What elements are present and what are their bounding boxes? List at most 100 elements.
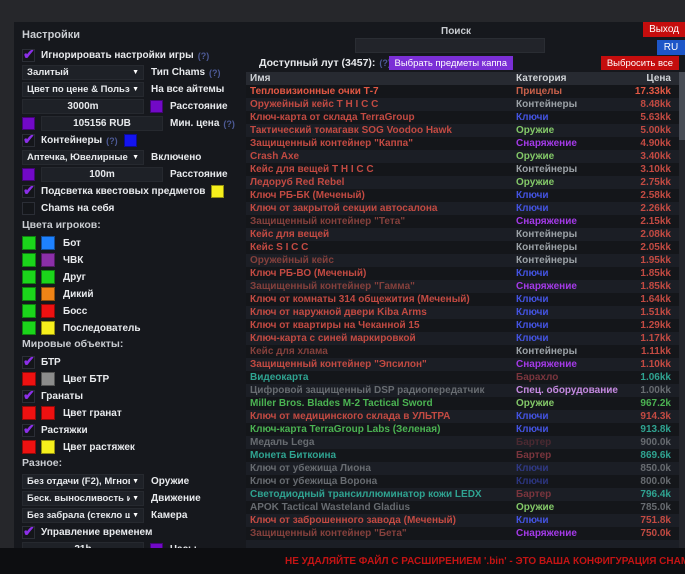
camera-select[interactable]: Без забрала (стекло шлема) ▼ <box>22 508 144 523</box>
table-row[interactable]: Ледоруб Red RebelОружие2.75kk <box>246 176 685 189</box>
help-hint[interactable]: (?) <box>223 119 235 129</box>
table-row[interactable]: Ключ-карта TerraGroup Labs (Зеленая)Ключ… <box>246 423 685 436</box>
discard-all-button[interactable]: Выбросить все <box>601 56 679 70</box>
table-row[interactable]: Miller Bros. Blades M-2 Tactical SwordОр… <box>246 397 685 410</box>
chams-type-select[interactable]: Залитый ▼ <box>22 65 144 80</box>
table-row[interactable]: Защищенный контейнер "Гамма"Снаряжение1.… <box>246 280 685 293</box>
language-button[interactable]: RU <box>657 40 685 55</box>
column-price[interactable]: Цена <box>628 73 685 84</box>
containers-color-swatch[interactable] <box>124 134 137 147</box>
item-price: 1.64kk <box>628 294 685 305</box>
item-price: 2.08kk <box>628 229 685 240</box>
table-row[interactable]: Цифровой защищенный DSP радиопередатчикС… <box>246 384 685 397</box>
player-color-label: Дикий <box>63 289 94 300</box>
table-row[interactable]: Ключ от убежища ЛионаКлючи850.0k <box>246 462 685 475</box>
table-row[interactable]: APOK Tactical Wasteland GladiusОружие785… <box>246 501 685 514</box>
table-row[interactable]: Ключ от комнаты 314 общежития (Меченый)К… <box>246 293 685 306</box>
player-color-swatch-1[interactable] <box>22 236 36 250</box>
table-row[interactable]: Кейс S I C CКонтейнеры2.05kk <box>246 241 685 254</box>
table-row[interactable]: Монета БиткоинаБартер869.6k <box>246 449 685 462</box>
chams-self-checkbox[interactable] <box>22 202 35 215</box>
player-color-swatch-1[interactable] <box>22 253 36 267</box>
btr-color-swatch-1[interactable] <box>22 372 36 386</box>
player-color-swatch-1[interactable] <box>22 304 36 318</box>
player-color-swatch-2[interactable] <box>41 253 55 267</box>
player-color-swatch-2[interactable] <box>41 270 55 284</box>
help-hint[interactable]: (?) <box>106 136 118 146</box>
table-row[interactable]: Кейс для хламаКонтейнеры1.11kk <box>246 345 685 358</box>
table-row[interactable]: Ключ-карта с синей маркировкойКлючи1.17k… <box>246 332 685 345</box>
table-row[interactable]: ВидеокартаБарахло1.06kk <box>246 371 685 384</box>
grenades-checkbox[interactable] <box>22 390 35 403</box>
distance-input[interactable]: 3000m <box>22 99 144 114</box>
tripwire-color-swatch-1[interactable] <box>22 440 36 454</box>
help-hint[interactable]: (?) <box>198 51 210 61</box>
all-items-select[interactable]: Цвет по цене & Пользователь ▼ <box>22 82 144 97</box>
table-row[interactable]: Оружейный кейс Т Н I С СКонтейнеры8.48kk <box>246 98 685 111</box>
table-row[interactable]: Тепловизионные очки Т-7Прицелы17.33kk <box>246 85 685 98</box>
player-color-swatch-1[interactable] <box>22 321 36 335</box>
table-row[interactable]: Защищенный контейнер "Эпсилон"Снаряжение… <box>246 358 685 371</box>
table-row[interactable]: Ключ от заброшенного завода (Меченый)Клю… <box>246 514 685 527</box>
exit-button[interactable]: Выход <box>643 22 685 37</box>
min-price-color-swatch[interactable] <box>22 117 35 130</box>
containers-checkbox[interactable] <box>22 134 35 147</box>
search-input[interactable] <box>355 38 545 53</box>
table-row[interactable]: Crash AxeОружие3.40kk <box>246 150 685 163</box>
containers-distance-input[interactable]: 100m <box>41 167 163 182</box>
btr-checkbox[interactable] <box>22 356 35 369</box>
time-control-checkbox[interactable] <box>22 526 35 539</box>
table-row[interactable]: Медаль LegaБартер900.0k <box>246 436 685 449</box>
btr-color-swatch-2[interactable] <box>41 372 55 386</box>
player-color-swatch-1[interactable] <box>22 270 36 284</box>
table-row[interactable]: Защищенный контейнер "Бета"Снаряжение750… <box>246 527 685 540</box>
table-row[interactable]: Кейс для вещей Т Н I С СКонтейнеры3.10kk <box>246 163 685 176</box>
table-row[interactable]: Защищенный контейнер "Каппа"Снаряжение4.… <box>246 137 685 150</box>
tripwires-checkbox[interactable] <box>22 424 35 437</box>
quest-highlight-checkbox[interactable] <box>22 185 35 198</box>
table-row[interactable]: Кейс для вещейКонтейнеры2.08kk <box>246 228 685 241</box>
table-row[interactable]: Ключ от убежища ВоронаКлючи800.0k <box>246 475 685 488</box>
tripwire-color-swatch-2[interactable] <box>41 440 55 454</box>
scrollbar-thumb[interactable] <box>679 72 685 140</box>
ignore-game-settings-row: Игнорировать настройки игры (?) <box>22 48 244 63</box>
table-row[interactable]: Ключ от наружной двери Kiba ArmsКлючи1.5… <box>246 306 685 319</box>
containers-distance-color-swatch[interactable] <box>22 168 35 181</box>
player-color-swatch-2[interactable] <box>41 236 55 250</box>
grenade-color-swatch-1[interactable] <box>22 406 36 420</box>
item-price: 900.0k <box>628 437 685 448</box>
table-row[interactable]: Ключ от медицинского склада в УЛЬТРАКлюч… <box>246 410 685 423</box>
quest-highlight-color-swatch[interactable] <box>211 185 224 198</box>
containers-filter-select[interactable]: Аптечка, Ювелирные и... ▼ <box>22 150 144 165</box>
ignore-game-settings-checkbox[interactable] <box>22 49 35 62</box>
table-row[interactable]: Защищенный контейнер "Тета"Снаряжение2.1… <box>246 215 685 228</box>
item-name: Медаль Lega <box>246 437 516 448</box>
table-row[interactable]: Тактический томагавк SOG Voodoo HawkОруж… <box>246 124 685 137</box>
column-name[interactable]: Имя <box>246 73 516 84</box>
distance-color-swatch[interactable] <box>150 100 163 113</box>
help-hint[interactable]: (?) <box>209 68 221 78</box>
item-category: Оружие <box>516 398 628 409</box>
table-row[interactable]: Ключ от квартиры на Чеканной 15Ключи1.29… <box>246 319 685 332</box>
player-color-swatch-1[interactable] <box>22 287 36 301</box>
scrollbar[interactable] <box>679 72 685 548</box>
player-color-swatch-2[interactable] <box>41 321 55 335</box>
table-row[interactable]: Оружейный кейсКонтейнеры1.95kk <box>246 254 685 267</box>
table-row[interactable]: Ключ-карта от склада TerraGroupКлючи5.63… <box>246 111 685 124</box>
column-category[interactable]: Категория <box>516 73 628 84</box>
grenade-color-swatch-2[interactable] <box>41 406 55 420</box>
table-row[interactable]: Ключ от закрытой секции автосалонаКлючи2… <box>246 202 685 215</box>
table-row[interactable] <box>246 540 685 548</box>
player-color-swatch-2[interactable] <box>41 287 55 301</box>
select-kappa-items-button[interactable]: Выбрать предметы каппа <box>389 56 514 70</box>
table-row[interactable]: Светодиодный трансиллюминатор кожи LEDXБ… <box>246 488 685 501</box>
table-row[interactable]: Ключ РБ-ВО (Меченый)Ключи1.85kk <box>246 267 685 280</box>
item-price: 1.85kk <box>628 268 685 279</box>
weapon-select[interactable]: Без отдачи (F2), Мгновенное п ▼ <box>22 474 144 489</box>
min-price-input[interactable]: 105156 RUB <box>41 116 163 131</box>
item-price: 1.85kk <box>628 281 685 292</box>
table-row[interactable]: Ключ РБ-БК (Меченый)Ключи2.58kk <box>246 189 685 202</box>
item-category: Оружие <box>516 125 628 136</box>
player-color-swatch-2[interactable] <box>41 304 55 318</box>
movement-select[interactable]: Беск. выносливость и нет уста ▼ <box>22 491 144 506</box>
